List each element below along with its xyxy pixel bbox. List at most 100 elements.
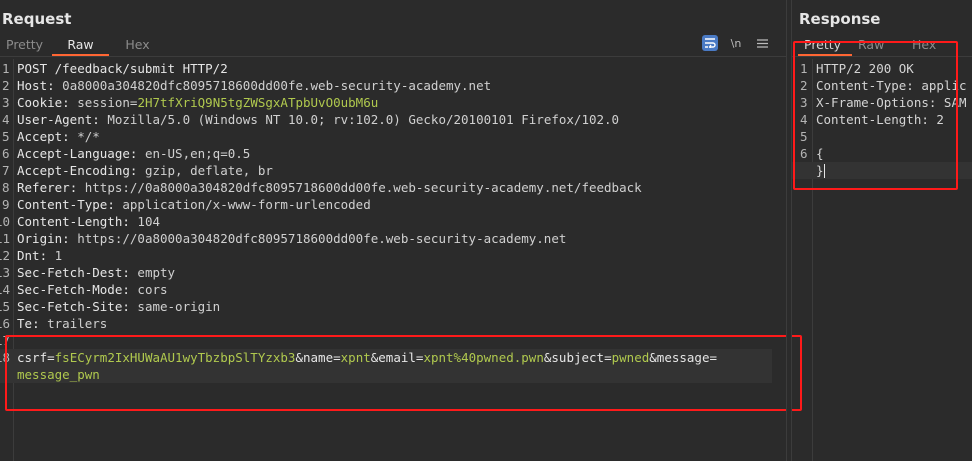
header-value: trailers xyxy=(47,316,108,331)
line-number: 1 xyxy=(800,61,808,76)
header-name: Te xyxy=(17,316,33,331)
response-title: Response xyxy=(799,10,881,28)
line-number: 18 xyxy=(0,350,11,365)
header-name: Cookie xyxy=(17,95,63,110)
param-name: email xyxy=(378,350,416,365)
request-line-text: Te: trailers xyxy=(17,315,107,332)
header-separator: : xyxy=(122,214,138,229)
header-value: cors xyxy=(137,282,168,297)
request-line-text: Sec-Fetch-Mode: cors xyxy=(17,281,168,298)
header-name: User-Agent xyxy=(17,112,93,127)
header-name: Content-Type xyxy=(17,197,108,212)
request-line: 12 Dnt: 1 xyxy=(0,247,780,264)
param-value: pwned xyxy=(611,350,650,365)
param-name: name xyxy=(303,350,334,365)
header-separator: : xyxy=(47,78,63,93)
request-line: 8 Referer: https://0a8000a304820dfc809571… xyxy=(0,179,780,196)
wrap-lines-icon[interactable] xyxy=(702,35,718,51)
header-value: https://0a8000a304820dfc8095718600dd00fe… xyxy=(77,231,567,246)
header-value: */* xyxy=(77,129,100,144)
text-caret xyxy=(824,164,825,178)
tab-raw[interactable]: Raw xyxy=(52,34,109,56)
cookie-value: 2H7tfXriQ9N5tgZWSgxATpbUvO0ubM6u xyxy=(137,95,379,110)
header-separator: : xyxy=(62,231,78,246)
header-value: same-origin xyxy=(137,299,221,314)
request-line: 15 Sec-Fetch-Site: same-origin xyxy=(0,298,780,315)
header-separator: : xyxy=(107,197,123,212)
param-name: csrf xyxy=(17,350,48,365)
cookie-name: session= xyxy=(77,95,138,110)
response-line-text: } xyxy=(816,163,824,178)
request-line: 4 User-Agent: Mozilla/5.0 (Windows NT 10.… xyxy=(0,111,780,128)
line-number: 3 xyxy=(800,95,808,110)
request-body-text: csrf=fsECyrm2IxHUWaAU1wyTbzbpSlTYzxb3&na… xyxy=(17,349,717,366)
line-number: 9 xyxy=(2,197,10,212)
line-number: 11 xyxy=(0,231,11,246)
line-number: 2 xyxy=(800,78,808,93)
request-line-text: User-Agent: Mozilla/5.0 (Windows NT 10.0… xyxy=(17,111,619,128)
header-separator: : xyxy=(62,129,78,144)
line-number: 6 xyxy=(800,146,808,161)
response-line: } xyxy=(792,162,972,179)
response-line: 4 Content-Length: 2 xyxy=(792,111,972,128)
request-line-text: Cookie: session=2H7tfXriQ9N5tgZWSgxATpbU… xyxy=(17,94,378,111)
line-number: 13 xyxy=(0,265,11,280)
show-newlines-button[interactable]: \n xyxy=(728,35,744,51)
header-value: gzip, deflate, br xyxy=(144,163,273,178)
line-number: 3 xyxy=(2,95,10,110)
line-number: 14 xyxy=(0,282,11,297)
request-line: 13 Sec-Fetch-Dest: empty xyxy=(0,264,780,281)
request-title: Request xyxy=(2,10,72,28)
request-line: 7 Accept-Encoding: gzip, deflate, br xyxy=(0,162,780,179)
request-line-text: POST /feedback/submit HTTP/2 xyxy=(17,60,228,77)
header-separator: : xyxy=(32,316,48,331)
response-line: 2 Content-Type: applic xyxy=(792,77,972,94)
header-separator: : xyxy=(129,146,145,161)
param-separator: & xyxy=(649,350,657,365)
line-number: 4 xyxy=(800,112,808,127)
header-separator: : xyxy=(122,299,138,314)
header-value: 1 xyxy=(54,248,63,263)
line-number: 1 xyxy=(2,61,10,76)
request-line: 14 Sec-Fetch-Mode: cors xyxy=(0,281,780,298)
request-line-text: Accept-Language: en-US,en;q=0.5 xyxy=(17,145,250,162)
param-separator: & xyxy=(295,350,303,365)
request-body-line: 18 csrf=fsECyrm2IxHUWaAU1wyTbzbpSlTYzxb3&… xyxy=(0,349,772,366)
menu-icon[interactable] xyxy=(754,35,770,51)
request-tabs: Pretty Raw Hex xyxy=(0,34,166,56)
request-line-text: Accept-Encoding: gzip, deflate, br xyxy=(17,162,273,179)
tab-pretty[interactable]: Pretty xyxy=(798,34,852,56)
header-value: 104 xyxy=(137,214,160,229)
request-line: 9 Content-Type: application/x-www-form-ur… xyxy=(0,196,780,213)
tab-hex[interactable]: Hex xyxy=(906,34,960,56)
request-line-text: Content-Type: application/x-www-form-url… xyxy=(17,196,371,213)
header-name: Dnt xyxy=(17,248,40,263)
response-line-text: Content-Type: applic xyxy=(816,78,967,93)
request-line-text: Host: 0a8000a304820dfc8095718600dd00fe.w… xyxy=(17,77,491,94)
line-number: 15 xyxy=(0,299,11,314)
request-line-text: Sec-Fetch-Dest: empty xyxy=(17,264,175,281)
http-message-editor: Request Pretty Raw Hex \n 1 POST /feedbac… xyxy=(0,0,972,461)
header-name: Accept-Encoding xyxy=(17,163,130,178)
request-editor[interactable]: 1 POST /feedback/submit HTTP/2 2 Host: 0a80… xyxy=(0,59,786,461)
request-line: 1 POST /feedback/submit HTTP/2 xyxy=(0,60,780,77)
tab-pretty[interactable]: Pretty xyxy=(0,34,52,56)
line-number: 17 xyxy=(0,333,11,348)
request-line-text: Content-Length: 104 xyxy=(17,213,160,230)
tab-hex[interactable]: Hex xyxy=(109,34,166,56)
response-pane: Response Pretty Raw Hex 1 HTTP/2 200 OK 2 C… xyxy=(791,0,972,461)
header-name: Origin xyxy=(17,231,63,246)
response-line: 1 HTTP/2 200 OK xyxy=(792,60,972,77)
header-separator: : xyxy=(122,282,138,297)
line-number: 6 xyxy=(2,146,10,161)
header-value: https://0a8000a304820dfc8095718600dd00fe… xyxy=(84,180,642,195)
response-line-text: Content-Length: 2 xyxy=(816,112,944,127)
header-name: POST /feedback/submit HTTP/2 xyxy=(17,61,228,76)
tab-raw[interactable]: Raw xyxy=(852,34,906,56)
response-editor[interactable]: 1 HTTP/2 200 OK 2 Content-Type: applic 3 X-Fr… xyxy=(792,59,972,461)
header-name: Sec-Fetch-Site xyxy=(17,299,123,314)
header-separator: : xyxy=(69,180,85,195)
request-line: 16 Te: trailers xyxy=(0,315,780,332)
line-number: 2 xyxy=(2,78,10,93)
request-line: 11 Origin: https://0a8000a304820dfc809571… xyxy=(0,230,780,247)
